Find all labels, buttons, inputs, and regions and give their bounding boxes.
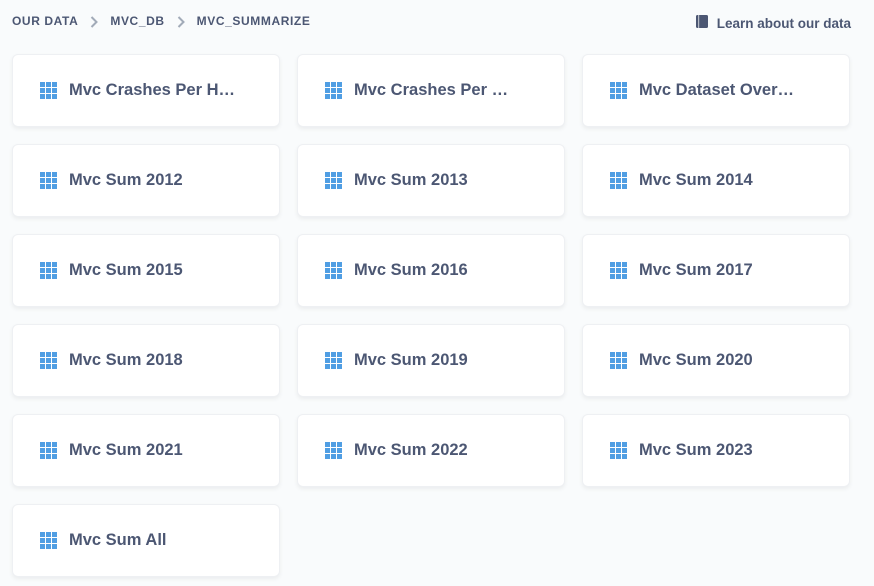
table-grid-icon <box>610 82 627 99</box>
table-card[interactable]: Mvc Sum 2019 <box>297 324 565 397</box>
table-card-title: Mvc Sum All <box>69 531 167 549</box>
table-card-title: Mvc Sum 2021 <box>69 441 183 459</box>
breadcrumb-our-data[interactable]: OUR DATA <box>12 14 78 28</box>
table-card-title: Mvc Sum 2023 <box>639 441 753 459</box>
table-card[interactable]: Mvc Sum 2015 <box>12 234 280 307</box>
table-card-title: Mvc Sum 2022 <box>354 441 468 459</box>
chevron-right-icon <box>165 14 197 28</box>
top-bar: OUR DATA MVC_DB MVC_SUMMARIZE Learn abou… <box>0 0 874 44</box>
table-card[interactable]: Mvc Crashes Per … <box>297 54 565 127</box>
table-grid-icon <box>325 172 342 189</box>
table-card[interactable]: Mvc Sum 2013 <box>297 144 565 217</box>
table-grid-icon <box>40 82 57 99</box>
table-grid-icon <box>325 262 342 279</box>
chevron-right-icon <box>78 14 110 28</box>
table-card-title: Mvc Sum 2020 <box>639 351 753 369</box>
table-card-title: Mvc Dataset Over… <box>639 81 794 99</box>
learn-about-data-link[interactable]: Learn about our data <box>695 14 851 32</box>
table-grid-icon <box>325 82 342 99</box>
table-card-title: Mvc Sum 2016 <box>354 261 468 279</box>
table-card-title: Mvc Sum 2018 <box>69 351 183 369</box>
table-grid-icon <box>40 442 57 459</box>
table-card-title: Mvc Crashes Per H… <box>69 81 235 99</box>
table-grid-icon <box>40 532 57 549</box>
table-grid-icon <box>325 352 342 369</box>
table-card[interactable]: Mvc Sum 2018 <box>12 324 280 397</box>
table-grid-icon <box>40 172 57 189</box>
table-card[interactable]: Mvc Sum All <box>12 504 280 577</box>
learn-about-data-label: Learn about our data <box>716 15 851 31</box>
table-card[interactable]: Mvc Sum 2017 <box>582 234 850 307</box>
table-card[interactable]: Mvc Sum 2016 <box>297 234 565 307</box>
table-grid-icon <box>610 172 627 189</box>
table-card[interactable]: Mvc Crashes Per H… <box>12 54 280 127</box>
table-grid-icon <box>325 442 342 459</box>
table-card[interactable]: Mvc Sum 2021 <box>12 414 280 487</box>
table-card[interactable]: Mvc Sum 2023 <box>582 414 850 487</box>
table-card[interactable]: Mvc Dataset Over… <box>582 54 850 127</box>
table-grid-icon <box>610 442 627 459</box>
table-grid-icon <box>610 262 627 279</box>
breadcrumb-mvc-db[interactable]: MVC_DB <box>110 14 164 28</box>
table-card-title: Mvc Sum 2019 <box>354 351 468 369</box>
table-card-title: Mvc Sum 2015 <box>69 261 183 279</box>
table-card[interactable]: Mvc Sum 2014 <box>582 144 850 217</box>
table-card[interactable]: Mvc Sum 2022 <box>297 414 565 487</box>
table-card-title: Mvc Sum 2017 <box>639 261 753 279</box>
table-card-title: Mvc Sum 2013 <box>354 171 468 189</box>
table-grid-icon <box>40 262 57 279</box>
breadcrumb: OUR DATA MVC_DB MVC_SUMMARIZE <box>12 14 310 28</box>
table-grid-icon <box>610 352 627 369</box>
book-icon <box>695 14 709 32</box>
table-card-title: Mvc Crashes Per … <box>354 81 509 99</box>
table-grid-icon <box>40 352 57 369</box>
table-card[interactable]: Mvc Sum 2020 <box>582 324 850 397</box>
table-card-title: Mvc Sum 2012 <box>69 171 183 189</box>
table-grid: Mvc Crashes Per H… Mvc Crashes Per … Mvc D… <box>12 54 850 577</box>
breadcrumb-mvc-summarize[interactable]: MVC_SUMMARIZE <box>197 14 311 28</box>
table-card-title: Mvc Sum 2014 <box>639 171 753 189</box>
table-card[interactable]: Mvc Sum 2012 <box>12 144 280 217</box>
